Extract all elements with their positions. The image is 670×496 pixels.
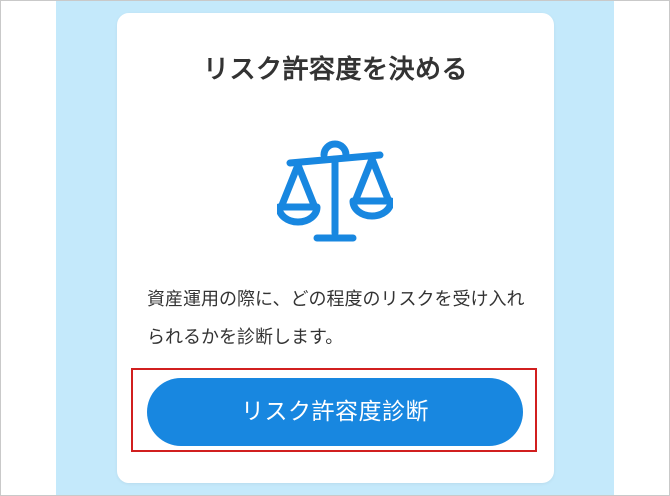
balance-scale-icon [275,137,395,249]
card-title: リスク許容度を決める [202,55,468,85]
screenshot-frame: リスク許容度を決める 資産運用の際に、どの程度のリスクを受け入れられるかを診断し… [0,0,670,496]
card-description: 資産運用の際に、どの程度のリスクを受け入れられるかを診断します。 [147,289,525,348]
risk-tolerance-diagnosis-button[interactable]: リスク許容度診断 [147,378,523,446]
